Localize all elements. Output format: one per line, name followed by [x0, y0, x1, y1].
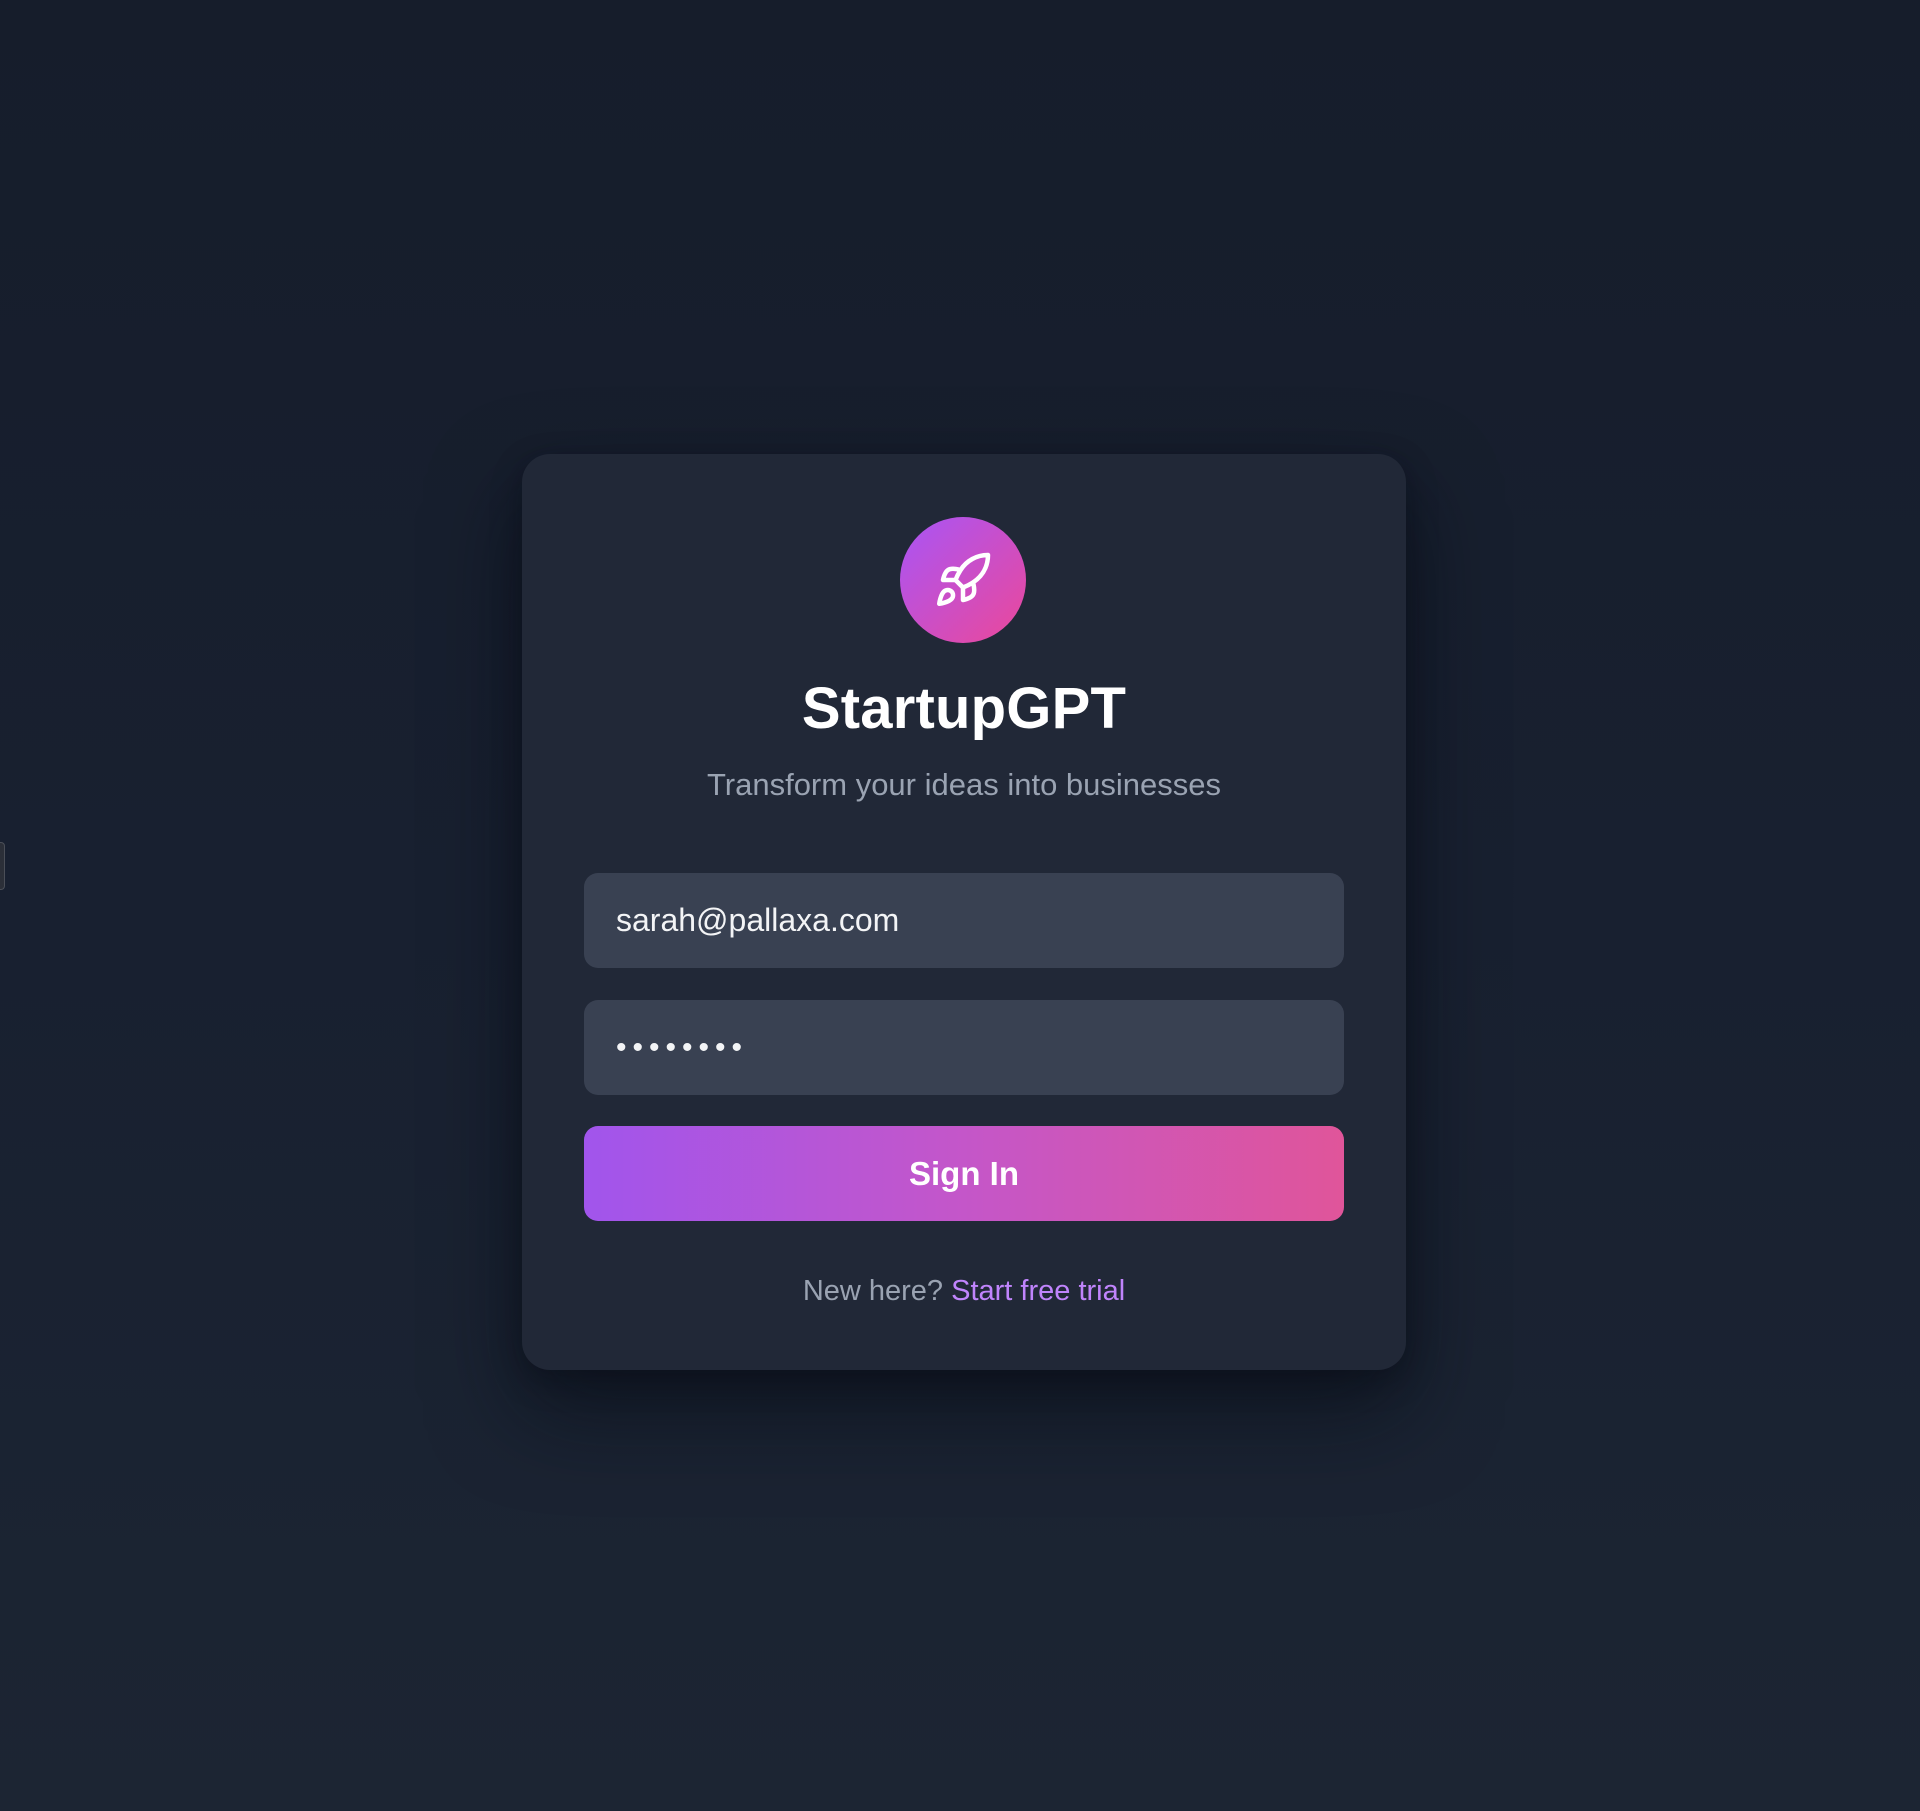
password-field[interactable]: [584, 1000, 1344, 1095]
signup-prompt: New here? Start free trial: [522, 1271, 1406, 1311]
email-field[interactable]: [584, 873, 1344, 968]
side-edge-handle[interactable]: [0, 842, 5, 890]
start-free-trial-link[interactable]: Start free trial: [951, 1275, 1125, 1307]
signup-prompt-text: New here?: [802, 1275, 944, 1307]
rocket-icon: [937, 552, 991, 606]
app-title: StartupGPT: [801, 676, 1127, 741]
app-logo: [900, 517, 1026, 643]
app-tagline: Transform your ideas into businesses: [706, 767, 1222, 802]
login-card: StartupGPT Transform your ideas into bus…: [522, 454, 1406, 1370]
sign-in-button[interactable]: Sign In: [584, 1126, 1344, 1221]
